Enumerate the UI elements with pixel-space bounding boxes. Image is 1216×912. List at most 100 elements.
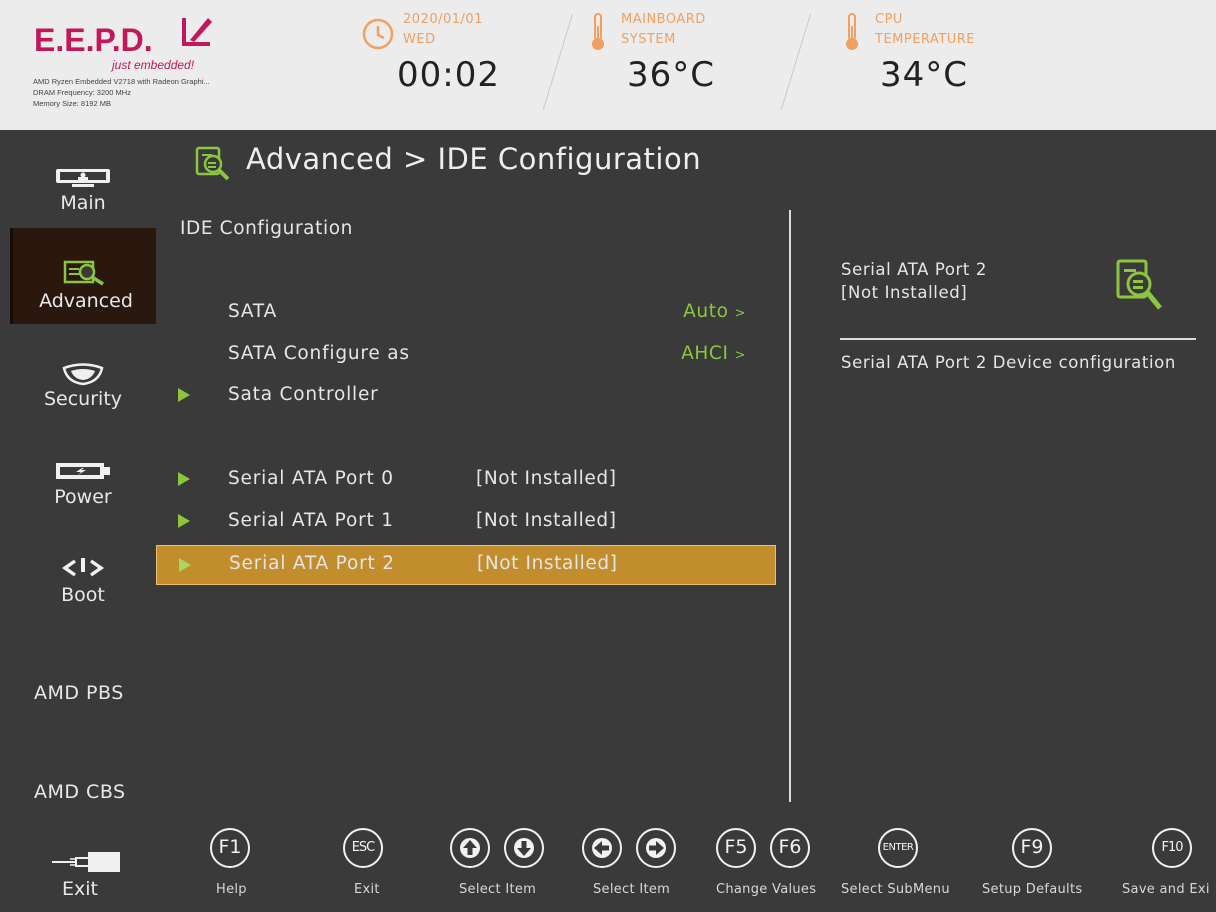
- menu-row-sata-configure-as[interactable]: SATA Configure as AHCI >: [156, 335, 776, 375]
- cpu-info: AMD Ryzen Embedded V2718 with Radeon Gra…: [33, 77, 210, 86]
- time-display: 00:02: [397, 55, 500, 95]
- row-label: Serial ATA Port 0: [228, 468, 394, 489]
- sidebar-item-exit[interactable]: Exit: [62, 878, 98, 900]
- left-arrow-icon: [592, 838, 612, 858]
- key-label: Exit: [354, 882, 380, 897]
- thermometer-icon: [592, 13, 604, 50]
- shield-icon: [62, 363, 104, 386]
- sidebar-item-label: Boot: [61, 584, 105, 606]
- key-label: Select Item: [459, 882, 537, 897]
- sidebar-item-amd-pbs[interactable]: AMD PBS: [34, 682, 124, 704]
- monitor-icon: [56, 169, 110, 187]
- row-status: [Not Installed]: [477, 553, 618, 574]
- submenu-arrow-icon: [178, 388, 190, 402]
- left-arrow-key[interactable]: [582, 828, 622, 868]
- help-title-line: Serial ATA Port 2: [841, 260, 987, 279]
- sidebar-item-label: Advanced: [39, 290, 133, 312]
- f9-key[interactable]: F9: [1012, 828, 1052, 868]
- key-text: ENTER: [882, 842, 914, 853]
- row-value[interactable]: AHCI >: [681, 343, 746, 364]
- mainboard-label-2: SYSTEM: [621, 32, 676, 47]
- submenu-arrow-icon: [179, 558, 191, 572]
- help-description: Serial ATA Port 2 Device configuration: [841, 353, 1176, 372]
- sidebar-item-label: Main: [60, 192, 106, 214]
- search-document-icon: [63, 260, 104, 286]
- menu-row-serial-ata-port-1[interactable]: Serial ATA Port 1 [Not Installed]: [156, 502, 776, 542]
- row-label: Serial ATA Port 2: [229, 553, 395, 574]
- key-label: Select Item: [593, 882, 671, 897]
- sidebar-item-main[interactable]: Main: [10, 140, 156, 236]
- section-title: IDE Configuration: [180, 218, 353, 239]
- clock-icon: [362, 18, 394, 50]
- key-text: ESC: [351, 840, 376, 855]
- value-text: Auto: [683, 301, 729, 322]
- day-text: WED: [403, 32, 436, 47]
- breadcrumb: Advanced > IDE Configuration: [246, 142, 702, 176]
- right-arrow-icon: [646, 838, 666, 858]
- menu-row-serial-ata-port-2[interactable]: Serial ATA Port 2 [Not Installed]: [156, 545, 776, 585]
- brand-tagline: just embedded!: [112, 58, 195, 72]
- key-text: F1: [218, 836, 242, 858]
- sidebar-item-power[interactable]: Power: [10, 440, 156, 536]
- help-separator: [840, 338, 1196, 340]
- f6-key[interactable]: F6: [770, 828, 810, 868]
- logo-mark-icon: [182, 18, 212, 46]
- exit-plug-icon[interactable]: [48, 850, 124, 874]
- sidebar-item-label: Security: [43, 388, 123, 410]
- row-label: SATA Configure as: [228, 343, 410, 364]
- sidebar-item-amd-cbs[interactable]: AMD CBS: [34, 781, 126, 803]
- key-text: F9: [1020, 836, 1044, 858]
- sidebar-item-label: Power: [54, 486, 112, 508]
- battery-icon: [56, 463, 110, 479]
- f5-key[interactable]: F5: [716, 828, 756, 868]
- esc-key[interactable]: ESC: [343, 828, 383, 868]
- down-arrow-key[interactable]: [504, 828, 544, 868]
- value-arrow: >: [734, 348, 746, 363]
- cpu-label: CPU: [875, 12, 903, 27]
- system-info: AMD Ryzen Embedded V2718 with Radeon Gra…: [33, 76, 210, 109]
- sidebar-item-boot[interactable]: Boot: [10, 540, 156, 636]
- menu-row-sata-controller[interactable]: Sata Controller: [156, 376, 776, 416]
- search-document-icon: [1116, 259, 1162, 310]
- down-arrow-icon: [514, 838, 534, 858]
- menu-row-serial-ata-port-0[interactable]: Serial ATA Port 0 [Not Installed]: [156, 460, 776, 500]
- row-value[interactable]: Auto >: [683, 301, 746, 322]
- f1-key[interactable]: F1: [210, 828, 250, 868]
- date-text: 2020/01/01: [403, 12, 483, 27]
- up-arrow-icon: [460, 838, 480, 858]
- row-status: [Not Installed]: [476, 468, 617, 489]
- thermometer-icon: [846, 13, 858, 50]
- power-boot-icon: [61, 558, 105, 577]
- sidebar-item-advanced[interactable]: Advanced: [10, 228, 156, 324]
- cpu-temperature: 34°C: [880, 55, 969, 95]
- row-label: SATA: [228, 301, 278, 322]
- cpu-label-2: TEMPERATURE: [875, 32, 976, 47]
- submenu-arrow-icon: [178, 514, 190, 528]
- key-text: F10: [1161, 840, 1183, 855]
- enter-key[interactable]: ENTER: [878, 828, 918, 868]
- key-label: Setup Defaults: [982, 882, 1083, 897]
- header-bar: E.E.P.D. just embedded! AMD Ryzen Embedd…: [0, 0, 1216, 130]
- key-label: Change Values: [716, 882, 817, 897]
- mainboard-temperature: 36°C: [627, 55, 716, 95]
- submenu-arrow-icon: [178, 472, 190, 486]
- help-title: Serial ATA Port 2 [Not Installed]: [841, 258, 987, 304]
- row-status: [Not Installed]: [476, 510, 617, 531]
- panel-divider: [789, 210, 791, 802]
- value-text: AHCI: [681, 343, 729, 364]
- search-document-icon: [195, 146, 230, 181]
- up-arrow-key[interactable]: [450, 828, 490, 868]
- brand-logo: E.E.P.D.: [34, 22, 153, 58]
- key-label: Select SubMenu: [841, 882, 950, 897]
- mainboard-label: MAINBOARD: [621, 12, 706, 27]
- sidebar-item-security[interactable]: Security: [10, 340, 156, 436]
- help-status-line: [Not Installed]: [841, 283, 968, 302]
- dram-info: DRAM Frequency: 3200 MHz: [33, 88, 131, 97]
- key-label: Save and Exi: [1122, 882, 1210, 897]
- f10-key[interactable]: F10: [1152, 828, 1192, 868]
- menu-row-sata[interactable]: SATA Auto >: [156, 293, 776, 333]
- value-arrow: >: [734, 306, 746, 321]
- memory-info: Memory Size: 8192 MB: [33, 99, 111, 108]
- right-arrow-key[interactable]: [636, 828, 676, 868]
- key-label: Help: [216, 882, 247, 897]
